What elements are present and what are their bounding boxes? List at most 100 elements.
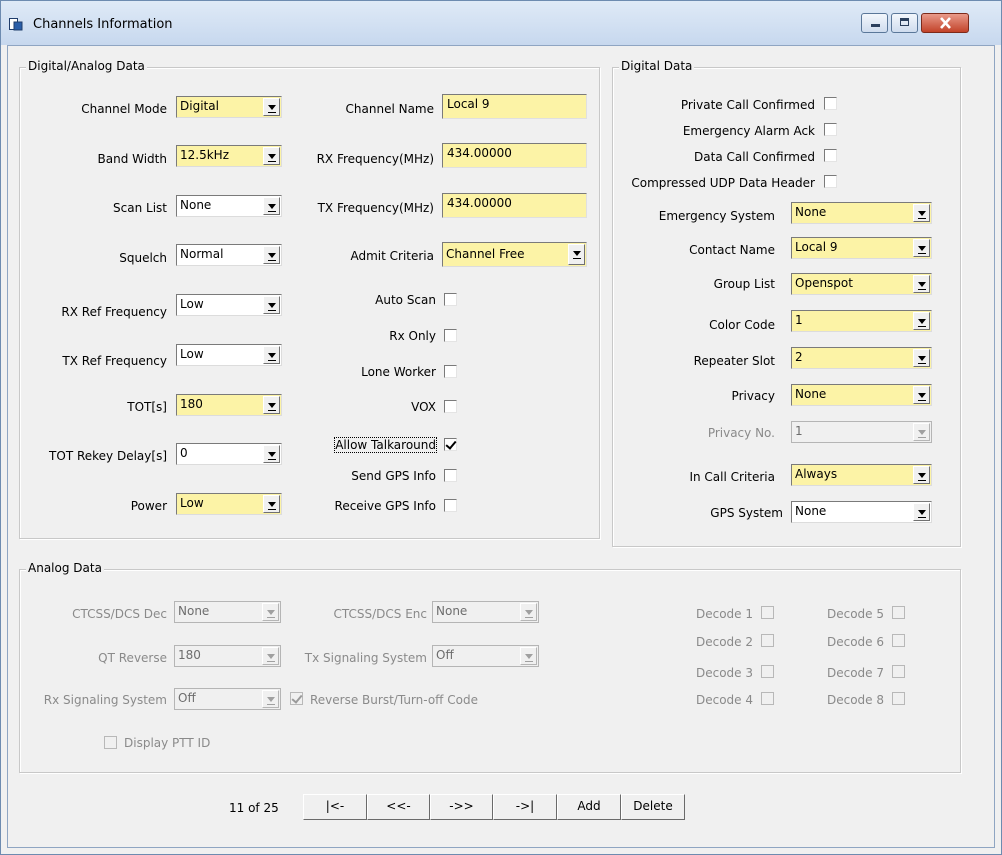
decode-6-label: Decode 6: [826, 635, 884, 649]
chevron-down-icon[interactable]: [913, 204, 930, 222]
color-code-select[interactable]: 1: [791, 310, 932, 332]
rx-frequency-input[interactable]: 434.00000: [442, 143, 587, 168]
allow-talkaround-label: Allow Talkaround: [334, 437, 437, 453]
send-gps-info-checkbox[interactable]: [444, 469, 457, 482]
maximize-icon: [900, 18, 909, 26]
maximize-button[interactable]: [891, 13, 918, 33]
emergency-system-label: Emergency System: [658, 209, 775, 223]
chevron-down-icon[interactable]: [263, 445, 280, 463]
qt-reverse-label: QT Reverse: [98, 651, 167, 665]
next-record-button[interactable]: ->>: [430, 794, 493, 820]
compressed-udp-data-header-checkbox[interactable]: [824, 175, 837, 188]
rx-only-checkbox[interactable]: [444, 329, 457, 342]
chevron-down-icon[interactable]: [568, 244, 585, 265]
chevron-down-icon[interactable]: [263, 147, 280, 165]
allow-talkaround-checkbox[interactable]: [444, 438, 457, 451]
private-call-confirmed-label: Private Call Confirmed: [680, 98, 815, 112]
band-width-label: Band Width: [97, 152, 168, 166]
channel-mode-select[interactable]: Digital: [176, 96, 282, 118]
receive-gps-info-label: Receive GPS Info: [334, 499, 436, 513]
chevron-down-icon: [913, 423, 930, 441]
vox-checkbox[interactable]: [444, 400, 457, 413]
chevron-down-icon[interactable]: [913, 275, 930, 293]
tx-signaling-system-label: Tx Signaling System: [304, 651, 427, 665]
vox-label: VOX: [411, 400, 436, 414]
send-gps-info-label: Send GPS Info: [351, 469, 436, 483]
chevron-down-icon[interactable]: [263, 296, 280, 314]
privacy-no-label: Privacy No.: [707, 426, 775, 440]
chevron-down-icon[interactable]: [263, 246, 280, 264]
squelch-select[interactable]: Normal: [176, 244, 282, 266]
tx-frequency-input[interactable]: 434.00000: [442, 193, 587, 218]
emergency-alarm-ack-checkbox[interactable]: [824, 123, 837, 136]
decode-5-checkbox: [892, 606, 905, 619]
band-width-select[interactable]: 12.5kHz: [176, 145, 282, 167]
decode-1-label: Decode 1: [695, 607, 753, 621]
reverse-burst-label: Reverse Burst/Turn-off Code: [310, 693, 478, 707]
chevron-down-icon[interactable]: [263, 346, 280, 364]
ctcss-dcs-enc-label: CTCSS/DCS Enc: [333, 607, 428, 621]
title-bar: Channels Information: [1, 1, 1001, 45]
auto-scan-label: Auto Scan: [375, 293, 436, 307]
close-button[interactable]: [921, 13, 969, 33]
add-button[interactable]: Add: [557, 794, 621, 820]
privacy-select[interactable]: None: [791, 384, 932, 406]
chevron-down-icon[interactable]: [913, 239, 930, 257]
chevron-down-icon[interactable]: [913, 349, 930, 367]
rx-ref-frequency-label: RX Ref Frequency: [61, 305, 167, 319]
decode-3-label: Decode 3: [695, 666, 753, 680]
tx-signaling-system-select: Off: [432, 645, 539, 667]
rx-ref-frequency-select[interactable]: Low: [176, 294, 282, 316]
chevron-down-icon[interactable]: [263, 98, 280, 116]
decode-3-checkbox: [761, 665, 774, 678]
auto-scan-checkbox[interactable]: [444, 293, 457, 306]
tot-select[interactable]: 180: [176, 394, 282, 416]
group-list-select[interactable]: Openspot: [791, 273, 932, 295]
chevron-down-icon: [520, 647, 537, 665]
lone-worker-checkbox[interactable]: [444, 365, 457, 378]
minimize-button[interactable]: [861, 13, 888, 33]
decode-4-label: Decode 4: [695, 693, 753, 707]
first-record-button[interactable]: |<-: [303, 794, 367, 820]
decode-2-checkbox: [761, 634, 774, 647]
analog-data-legend: Analog Data: [26, 561, 104, 575]
chevron-down-icon[interactable]: [263, 396, 280, 414]
chevron-down-icon[interactable]: [263, 495, 280, 513]
chevron-down-icon[interactable]: [913, 312, 930, 330]
last-record-button[interactable]: ->|: [493, 794, 557, 820]
repeater-slot-select[interactable]: 2: [791, 347, 932, 369]
rx-frequency-label: RX Frequency(MHz): [316, 152, 434, 166]
in-call-criteria-select[interactable]: Always: [791, 464, 932, 486]
channel-name-label: Channel Name: [345, 102, 434, 116]
scan-list-select[interactable]: None: [176, 195, 282, 217]
admit-criteria-select[interactable]: Channel Free: [442, 242, 587, 267]
display-ptt-id-checkbox: [104, 736, 117, 749]
chevron-down-icon[interactable]: [913, 386, 930, 404]
squelch-label: Squelch: [119, 251, 167, 265]
ctcss-dcs-dec-select: None: [174, 601, 281, 623]
decode-5-label: Decode 5: [826, 607, 884, 621]
decode-1-checkbox: [761, 606, 774, 619]
chevron-down-icon[interactable]: [263, 197, 280, 215]
channel-name-input[interactable]: Local 9: [442, 94, 587, 119]
delete-button[interactable]: Delete: [621, 794, 685, 820]
chevron-down-icon[interactable]: [913, 466, 930, 484]
tx-ref-frequency-select[interactable]: Low: [176, 344, 282, 366]
chevron-down-icon: [520, 603, 537, 621]
receive-gps-info-checkbox[interactable]: [444, 499, 457, 512]
contact-name-label: Contact Name: [689, 243, 775, 257]
emergency-alarm-ack-label: Emergency Alarm Ack: [682, 124, 815, 138]
contact-name-select[interactable]: Local 9: [791, 237, 932, 259]
decode-6-checkbox: [892, 634, 905, 647]
chevron-down-icon[interactable]: [913, 503, 930, 521]
data-call-confirmed-checkbox[interactable]: [824, 149, 837, 162]
previous-record-button[interactable]: <<-: [367, 794, 430, 820]
private-call-confirmed-checkbox[interactable]: [824, 97, 837, 110]
qt-reverse-select: 180: [174, 645, 281, 667]
rx-signaling-system-label: Rx Signaling System: [43, 693, 167, 707]
emergency-system-select[interactable]: None: [791, 202, 932, 224]
gps-system-select[interactable]: None: [791, 501, 932, 523]
chevron-down-icon: [262, 647, 279, 665]
power-select[interactable]: Low: [176, 493, 282, 515]
tot-rekey-delay-select[interactable]: 0: [176, 443, 282, 465]
